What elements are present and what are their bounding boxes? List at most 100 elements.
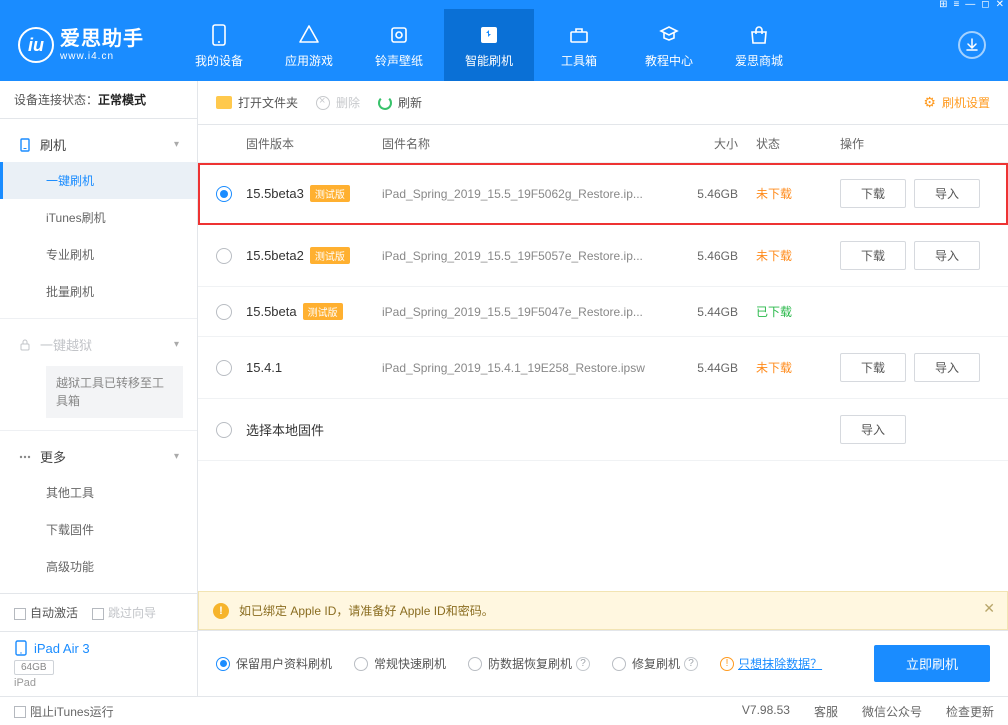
row-filename: iPad_Spring_2019_15.4.1_19E258_Restore.i… [382,361,670,375]
flash-radio[interactable] [216,657,230,671]
sidebar-more-item-2[interactable]: 高级功能 [0,548,197,585]
window-titlebar: ⊞ ≡ — ◻ ✕ [0,0,1008,9]
help-icon[interactable]: ? [684,657,698,671]
flash-now-button[interactable]: 立即刷机 [874,645,990,682]
nav-tutorial[interactable]: 教程中心 [624,9,714,81]
download-button[interactable]: 下载 [840,179,906,208]
row-version: 15.5beta2测试版 [246,247,382,264]
sidebar-more-item-1[interactable]: 下载固件 [0,511,197,548]
connection-status-label: 设备连接状态： [14,93,98,107]
logo-subtitle: www.i4.cn [60,51,144,63]
col-status: 状态 [750,135,830,152]
table-row[interactable]: 15.4.1iPad_Spring_2019_15.4.1_19E258_Res… [198,337,1008,399]
row-filename: iPad_Spring_2019_15.5_19F5062g_Restore.i… [382,187,670,201]
flash-radio[interactable] [354,657,368,671]
open-folder-button[interactable]: 打开文件夹 [216,94,298,111]
flash-option-2[interactable]: 防数据恢复刷机? [468,655,590,672]
toolbar: 打开文件夹 删除 刷新 ⚙刷机设置 [198,81,1008,125]
table-row[interactable]: 15.5beta测试版iPad_Spring_2019_15.5_19F5047… [198,287,1008,337]
nav-label: 工具箱 [561,52,597,69]
row-status: 已下载 [750,303,830,320]
flash-radio[interactable] [468,657,482,671]
ipad-icon [14,640,28,656]
row-version: 15.5beta3测试版 [246,185,382,202]
wechat-link[interactable]: 微信公众号 [862,703,922,720]
smart-flash-icon [476,22,502,48]
mall-icon [746,22,772,48]
flash-option-0[interactable]: 保留用户资料刷机 [216,655,332,672]
beta-tag: 测试版 [310,185,350,202]
support-link[interactable]: 客服 [814,703,838,720]
row-radio[interactable] [216,304,232,320]
nav-my-device[interactable]: 我的设备 [174,9,264,81]
toolbox-icon [566,22,592,48]
sidebar: 设备连接状态：正常模式 刷机 ▾ 一键刷机iTunes刷机专业刷机批量刷机 一键… [0,81,198,696]
download-button[interactable]: 下载 [840,353,906,382]
row-radio[interactable] [216,186,232,202]
skip-guide-label: 跳过向导 [108,606,156,620]
block-itunes-checkbox[interactable]: 阻止iTunes运行 [14,703,114,720]
device-name[interactable]: iPad Air 3 [14,640,183,656]
sidebar-head-more[interactable]: 更多 ▾ [0,439,197,474]
flash-option-3[interactable]: 修复刷机? [612,655,698,672]
nav-app-games[interactable]: 应用游戏 [264,9,354,81]
auto-activate-checkbox[interactable]: 自动激活 [14,604,78,621]
nav-ringtones[interactable]: 铃声壁纸 [354,9,444,81]
import-button[interactable]: 导入 [914,241,980,270]
sidebar-head-jailbreak: 一键越狱 ▾ [0,327,197,362]
logo-icon: iu [18,27,54,63]
chevron-down-icon: ▾ [174,339,179,350]
sidebar-item-2[interactable]: 专业刷机 [0,236,197,273]
lock-icon [18,338,32,352]
nav-label: 智能刷机 [465,52,513,69]
row-status: 未下载 [750,359,830,376]
nav-label: 教程中心 [645,52,693,69]
device-model: iPad [14,677,183,689]
nav-smart-flash[interactable]: 智能刷机 [444,9,534,81]
sidebar-item-1[interactable]: iTunes刷机 [0,199,197,236]
row-size: 5.46GB [670,249,750,263]
row-radio[interactable] [216,248,232,264]
sidebar-head-flash[interactable]: 刷机 ▾ [0,127,197,162]
sidebar-head-flash-label: 刷机 [40,135,66,154]
ringtones-icon [386,22,412,48]
info-icon: ! [720,657,734,671]
row-version: 15.5beta测试版 [246,303,382,320]
col-action: 操作 [830,135,990,152]
check-update-link[interactable]: 检查更新 [946,703,994,720]
import-button[interactable]: 导入 [914,179,980,208]
row-filename: iPad_Spring_2019_15.5_19F5057e_Restore.i… [382,249,670,263]
sidebar-item-0[interactable]: 一键刷机 [0,162,197,199]
connection-status: 设备连接状态：正常模式 [0,81,197,119]
sidebar-item-3[interactable]: 批量刷机 [0,273,197,310]
download-button[interactable]: 下载 [840,241,906,270]
row-size: 5.44GB [670,305,750,319]
row-radio[interactable] [216,360,232,376]
sidebar-more-item-0[interactable]: 其他工具 [0,474,197,511]
nav-toolbox[interactable]: 工具箱 [534,9,624,81]
table-row[interactable]: 15.5beta2测试版iPad_Spring_2019_15.5_19F505… [198,225,1008,287]
import-button[interactable]: 导入 [840,415,906,444]
more-icon [18,450,32,464]
table-header: 固件版本 固件名称 大小 状态 操作 [198,125,1008,163]
nav-mall[interactable]: 爱思商城 [714,9,804,81]
help-icon[interactable]: ? [576,657,590,671]
refresh-button[interactable]: 刷新 [378,94,422,111]
erase-data-link[interactable]: 只想抹除数据？ [738,655,822,672]
warning-icon: ! [213,603,229,619]
row-radio[interactable] [216,422,232,438]
download-icon[interactable] [958,31,986,59]
table-row[interactable]: 15.5beta3测试版iPad_Spring_2019_15.5_19F506… [198,163,1008,225]
skip-guide-checkbox[interactable]: 跳过向导 [92,604,156,621]
appleid-warning-banner: ! 如已绑定 Apple ID，请准备好 Apple ID和密码。 ✕ [198,591,1008,630]
table-row[interactable]: 选择本地固件导入 [198,399,1008,461]
import-button[interactable]: 导入 [914,353,980,382]
flash-option-1[interactable]: 常规快速刷机 [354,655,446,672]
statusbar: 阻止iTunes运行 V7.98.53 客服 微信公众号 检查更新 [0,696,1008,725]
flash-radio[interactable] [612,657,626,671]
close-banner-icon[interactable]: ✕ [983,600,995,617]
flash-settings-button[interactable]: ⚙刷机设置 [923,94,990,111]
banner-text: 如已绑定 Apple ID，请准备好 Apple ID和密码。 [239,602,494,619]
delete-button: 删除 [316,94,360,111]
sidebar-head-jailbreak-label: 一键越狱 [40,335,92,354]
